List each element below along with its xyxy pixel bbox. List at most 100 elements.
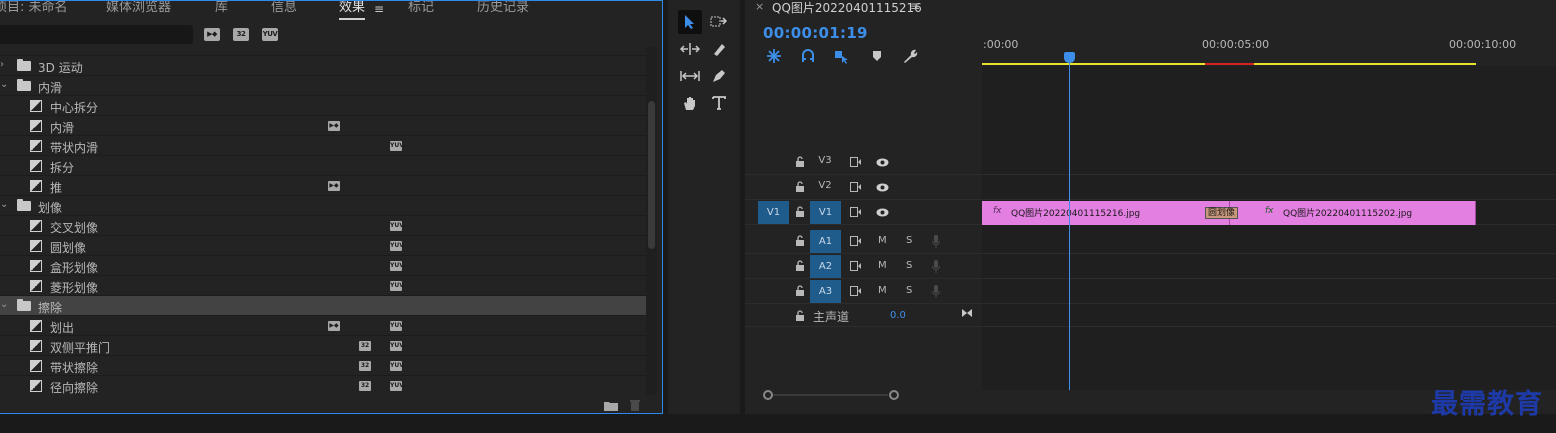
solo-button[interactable]: S xyxy=(906,260,912,271)
lock-icon[interactable] xyxy=(795,235,805,247)
track-target-a3[interactable]: A3 xyxy=(810,280,841,304)
yuv-effects-icon[interactable]: YUV xyxy=(262,28,278,41)
effect-item-row[interactable]: 带状内滑 YUV xyxy=(0,135,646,155)
effect-item-row[interactable]: 菱形划像 YUV xyxy=(0,275,646,295)
lock-icon[interactable] xyxy=(795,310,805,322)
effect-item-row[interactable]: 内滑 ▶◆ xyxy=(0,115,646,135)
chevron-down-icon[interactable]: ⌄ xyxy=(0,79,8,90)
track-target-v1[interactable]: V1 xyxy=(810,201,841,225)
timeline-horizontal-scrollbar[interactable] xyxy=(763,389,899,401)
solo-button[interactable]: S xyxy=(906,285,912,296)
tab-markers[interactable]: 标记 xyxy=(408,1,434,20)
chevron-down-icon[interactable]: ⌄ xyxy=(0,199,8,210)
solo-button[interactable]: S xyxy=(906,235,912,246)
sync-lock-icon[interactable] xyxy=(850,157,862,167)
effect-item-row[interactable]: 盒形划像 YUV xyxy=(0,255,646,275)
effect-item-row[interactable]: 径向擦除 32 YUV xyxy=(0,375,646,395)
lock-icon[interactable] xyxy=(795,181,805,193)
effect-item-row[interactable]: 中心拆分 xyxy=(0,95,646,115)
effect-item-row[interactable]: 交叉划像 YUV xyxy=(0,215,646,235)
scroll-handle-right[interactable] xyxy=(889,390,899,400)
tab-info[interactable]: 信息 xyxy=(271,1,297,20)
mute-button[interactable]: M xyxy=(878,235,887,246)
track-select-forward-icon[interactable] xyxy=(707,10,731,34)
close-sequence-icon[interactable]: × xyxy=(755,0,764,13)
track-target-a1[interactable]: A1 xyxy=(810,230,841,254)
effect-folder-row[interactable]: › 3D 运动 xyxy=(0,55,646,75)
eye-icon[interactable] xyxy=(876,183,889,192)
tab-project[interactable]: 项目: 未命名 xyxy=(0,1,68,20)
effect-folder-row[interactable]: ⌄ 内滑 xyxy=(0,75,646,95)
source-patch-v1[interactable]: V1 xyxy=(758,201,789,225)
add-marker-icon[interactable] xyxy=(868,47,886,65)
effect-item-row[interactable]: 带状擦除 32 YUV xyxy=(0,355,646,375)
effect-label: 交叉划像 xyxy=(50,221,99,235)
effect-item-row[interactable]: 推 ▶◆ xyxy=(0,175,646,195)
video-clip-2[interactable]: fx QQ图片20220401115202.jpg xyxy=(1230,201,1476,225)
selection-tool-icon[interactable] xyxy=(678,10,702,34)
transition-effect-icon xyxy=(30,140,42,152)
mute-button[interactable]: M xyxy=(878,285,887,296)
eye-icon[interactable] xyxy=(876,208,889,217)
microphone-icon[interactable] xyxy=(932,285,940,298)
video-clip-1[interactable]: fx QQ图片20220401115216.jpg xyxy=(982,201,1230,225)
delete-icon[interactable] xyxy=(628,400,642,411)
mute-button[interactable]: M xyxy=(878,260,887,271)
sync-lock-icon[interactable] xyxy=(850,182,862,192)
tab-libraries[interactable]: 库 xyxy=(215,1,228,20)
pen-icon[interactable] xyxy=(707,64,731,88)
sync-lock-icon[interactable] xyxy=(850,286,862,296)
track-target-a2[interactable]: A2 xyxy=(810,255,841,279)
tab-effects[interactable]: 效果 xyxy=(339,1,366,20)
wrench-icon[interactable] xyxy=(901,47,919,65)
new-folder-icon[interactable] xyxy=(604,400,618,411)
effect-item-row[interactable]: 拆分 xyxy=(0,155,646,175)
type-icon[interactable] xyxy=(707,91,731,115)
effects-scrollbar[interactable] xyxy=(648,101,655,249)
timeline-menu-icon[interactable]: ≡ xyxy=(910,0,920,13)
accelerated-badge-icon: ▶◆ xyxy=(328,181,340,191)
effect-item-row[interactable]: 划出 ▶◆ YUV xyxy=(0,315,646,335)
sync-lock-icon[interactable] xyxy=(850,236,862,246)
playhead-line[interactable] xyxy=(1069,61,1070,390)
microphone-icon[interactable] xyxy=(932,260,940,273)
master-volume-value[interactable]: 0.0 xyxy=(890,310,906,321)
go-to-end-icon[interactable] xyxy=(961,308,973,318)
effects-search-input[interactable] xyxy=(0,25,193,44)
32-bit-color-icon[interactable]: 32 xyxy=(233,28,249,41)
ripple-edit-icon[interactable] xyxy=(678,37,702,61)
lock-icon[interactable] xyxy=(795,156,805,168)
slip-icon[interactable] xyxy=(678,64,702,88)
effect-item-row[interactable]: 圆划像 YUV xyxy=(0,235,646,255)
sync-lock-icon[interactable] xyxy=(850,261,862,271)
nest-icon[interactable] xyxy=(765,47,783,65)
chevron-right-icon[interactable]: › xyxy=(0,59,4,70)
razor-icon[interactable] xyxy=(707,37,731,61)
lock-icon[interactable] xyxy=(795,206,805,218)
lock-icon[interactable] xyxy=(795,260,805,272)
linked-selection-icon[interactable] xyxy=(833,47,851,65)
effect-item-row[interactable]: 双侧平推门 32 YUV xyxy=(0,335,646,355)
snap-icon[interactable] xyxy=(799,47,817,65)
sequence-tab-title[interactable]: QQ图片20220401115216 xyxy=(772,0,922,16)
effect-folder-row[interactable]: ⌄ 划像 xyxy=(0,195,646,215)
track-name[interactable]: V2 xyxy=(817,180,833,191)
yuv-badge-icon: YUV xyxy=(390,261,404,271)
microphone-icon[interactable] xyxy=(932,235,940,248)
playhead-timecode[interactable]: 00:00:01:19 xyxy=(763,24,868,42)
sync-lock-icon[interactable] xyxy=(850,207,862,217)
transition-effect-icon xyxy=(30,120,42,132)
scroll-handle-left[interactable] xyxy=(763,390,773,400)
yuv-badge-icon: YUV xyxy=(390,141,404,151)
track-name[interactable]: V3 xyxy=(817,155,833,166)
eye-icon[interactable] xyxy=(876,158,889,167)
effect-folder-row[interactable]: ⌄ 擦除 xyxy=(0,295,646,315)
transition-iris-round[interactable]: 圆划像 xyxy=(1205,207,1239,219)
accelerated-effects-icon[interactable]: ▶◆ xyxy=(204,28,220,41)
tab-history[interactable]: 历史记录 xyxy=(477,1,529,20)
lock-icon[interactable] xyxy=(795,285,805,297)
panel-menu-icon[interactable]: ≡ xyxy=(374,2,384,16)
tab-media-browser[interactable]: 媒体浏览器 xyxy=(106,1,171,20)
chevron-down-icon[interactable]: ⌄ xyxy=(0,299,8,310)
hand-icon[interactable] xyxy=(678,91,702,115)
